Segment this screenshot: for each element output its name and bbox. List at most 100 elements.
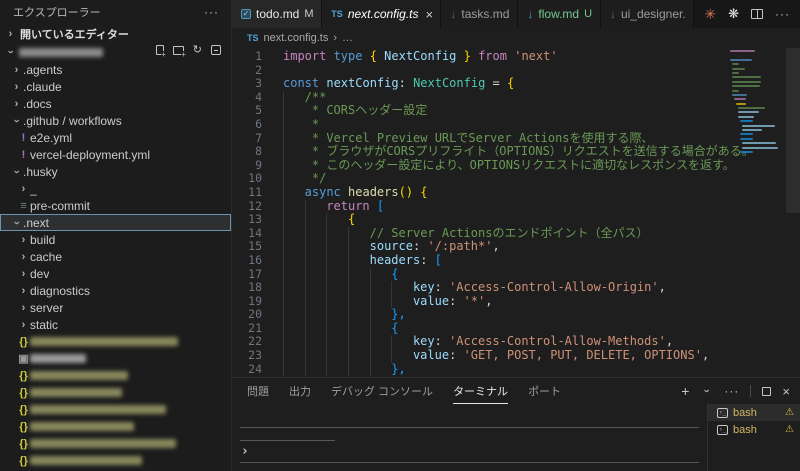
code-line-text: }, <box>283 307 406 322</box>
code-line-text: key: 'Access-Control-Allow-Origin', <box>283 280 666 295</box>
terminal-prompt[interactable]: › <box>241 444 249 459</box>
tree-item-husky[interactable]: › .husky <box>0 163 231 180</box>
tree-item-redacted-6[interactable]: {} <box>0 418 231 435</box>
tree-item-label: vercel-deployment.yml <box>30 147 151 162</box>
tree-item-redacted-5[interactable]: {} <box>0 401 231 418</box>
tree-item-static[interactable]: › static <box>0 316 231 333</box>
terminal-instance-2[interactable]: ›_ bash ⚠ <box>708 421 800 438</box>
terminal-instance-1[interactable]: ›_ bash ⚠ <box>708 404 800 421</box>
code-line-22[interactable]: 22 key: 'Access-Control-Allow-Methods', <box>232 335 730 350</box>
panel-tab-item[interactable]: 出力 <box>289 378 311 404</box>
redacted-file-name <box>30 405 166 414</box>
code-line-18[interactable]: 18 key: 'Access-Control-Allow-Origin', <box>232 280 730 295</box>
code-line-21[interactable]: 21 { <box>232 321 730 336</box>
tree-item-_[interactable]: › _ <box>0 180 231 197</box>
terminal-profile-dropdown-icon[interactable]: › <box>701 385 713 398</box>
code-line-14[interactable]: 14 // Server Actionsのエンドポイント（全パス） <box>232 226 730 241</box>
code-line-11[interactable]: 11 async headers() { <box>232 185 730 200</box>
panel-tab-item[interactable]: ターミナル <box>453 378 509 404</box>
refresh-explorer-icon[interactable]: ↻ <box>193 45 202 56</box>
tree-item-cache[interactable]: › cache <box>0 248 231 265</box>
maximize-panel-icon[interactable] <box>762 386 772 396</box>
code-line-20[interactable]: 20}, <box>232 307 730 322</box>
root-folder-row[interactable]: › ↻ <box>0 43 231 61</box>
line-number: 17 <box>248 266 262 281</box>
breadcrumb[interactable]: TS next.config.ts › … <box>232 28 800 48</box>
tree-item-redacted-2[interactable]: ▣ <box>0 350 231 367</box>
collapse-folders-icon[interactable] <box>211 45 221 55</box>
claude-extension-icon[interactable]: ✳ <box>704 6 716 23</box>
tree-item-label: static <box>30 317 59 332</box>
terminal-output[interactable]: › <box>232 404 707 471</box>
code-line-6[interactable]: 6 * <box>232 117 730 132</box>
tree-item-pre-commit[interactable]: ≡ pre-commit <box>0 197 231 214</box>
code-line-1[interactable]: 1 import type { NextConfig } from 'next' <box>232 49 730 64</box>
json-file-icon: {} <box>19 335 28 348</box>
new-folder-icon[interactable] <box>172 45 186 58</box>
tab-ui_designer[interactable]: ↓ ui_designer. <box>600 0 695 28</box>
tree-item-vercel-deployment-yml[interactable]: ! vercel-deployment.yml <box>0 146 231 163</box>
tab-todo-md[interactable]: ✓ todo.md M <box>232 0 323 28</box>
code-editor[interactable]: 1 import type { NextConfig } from 'next' 2… <box>232 48 800 377</box>
tab-label: ui_designer. <box>620 7 686 21</box>
open-editors-section-header[interactable]: › 開いているエディター <box>0 24 231 43</box>
split-editor-icon[interactable] <box>751 9 763 19</box>
code-line-19[interactable]: 19 value: '*', <box>232 293 730 309</box>
code-line-17[interactable]: 17 { <box>232 266 730 282</box>
tree-item-claude[interactable]: › .claude <box>0 78 231 95</box>
code-line-13[interactable]: 13 { <box>232 212 730 227</box>
markdown-file-icon: ↓ <box>609 7 616 21</box>
panel-tab-item[interactable]: 問題 <box>247 378 269 404</box>
tree-item-next[interactable]: › .next <box>0 214 231 231</box>
panel-tab-item[interactable]: ポート <box>528 378 561 404</box>
tab-tasks-md[interactable]: ↓ tasks.md <box>441 0 519 28</box>
tab-next-config-ts[interactable]: TS next.config.ts × <box>322 0 442 28</box>
code-line-23[interactable]: 23 value: 'GET, POST, PUT, DELETE, OPTION… <box>232 348 730 363</box>
tree-item-github-workflows[interactable]: › .github / workflows <box>0 112 231 129</box>
chevron-right-icon: › <box>21 318 26 331</box>
tree-item-server[interactable]: › server <box>0 299 231 316</box>
code-line-text: const nextConfig: NextConfig = { <box>283 76 515 91</box>
line-number: 19 <box>248 293 262 308</box>
breadcrumb-file[interactable]: next.config.ts <box>264 32 329 44</box>
tree-item-redacted-3[interactable]: {} <box>0 367 231 384</box>
tree-item-diagnostics[interactable]: › diagnostics <box>0 282 231 299</box>
new-file-icon[interactable] <box>155 45 166 58</box>
minimap[interactable] <box>730 50 786 155</box>
editor-scrollbar[interactable] <box>786 48 800 377</box>
panel-more-actions-icon[interactable]: ··· <box>724 384 739 398</box>
tree-item-docs[interactable]: › .docs <box>0 95 231 112</box>
close-panel-icon[interactable]: × <box>782 384 790 399</box>
editor-more-actions-icon[interactable]: ··· <box>775 7 790 21</box>
tree-item-agents[interactable]: › .agents <box>0 61 231 78</box>
explorer-more-icon[interactable]: ··· <box>204 5 219 19</box>
panel-tab-item[interactable]: デバッグ コンソール <box>331 378 433 404</box>
code-line-12[interactable]: 12 return [ <box>232 199 730 214</box>
root-folder-name-redacted <box>19 47 103 57</box>
code-line-24[interactable]: 24}, <box>232 362 730 377</box>
tab-flow-md[interactable]: ↓ flow.md U <box>518 0 601 28</box>
openai-extension-icon[interactable]: ❋ <box>728 6 739 22</box>
line-number: 3 <box>255 76 262 91</box>
tree-item-redacted-4[interactable]: {} <box>0 384 231 401</box>
close-tab-icon[interactable]: × <box>426 7 434 22</box>
json-file-icon: {} <box>19 369 28 382</box>
code-line-8[interactable]: 8 * ブラウザがCORSプリフライト（OPTIONS）リクエストを送信する場合… <box>232 144 754 159</box>
tree-item-redacted-8[interactable]: {} <box>0 452 231 469</box>
tree-item-redacted-7[interactable]: {} <box>0 435 231 452</box>
new-terminal-icon[interactable]: + <box>681 383 689 399</box>
code-line-5[interactable]: 5 * CORSヘッダー設定 <box>232 104 730 118</box>
editor-tab-bar: ✓ todo.md M TS next.config.ts × ↓ tasks.md ↓ flow… <box>232 0 800 28</box>
code-line-3[interactable]: 3 const nextConfig: NextConfig = { <box>232 76 730 91</box>
code-line-15[interactable]: 15 source: '/:path*', <box>232 240 730 254</box>
breadcrumb-more[interactable]: … <box>342 32 353 44</box>
scrollbar-thumb[interactable] <box>786 48 800 213</box>
tree-item-build[interactable]: › build <box>0 231 231 248</box>
code-line-9[interactable]: 9 * このヘッダー設定により、OPTIONSリクエストに適切なレスポンスを返す… <box>232 158 735 173</box>
code-line-2[interactable]: 2 <box>232 63 730 78</box>
tree-item-dev[interactable]: › dev <box>0 265 231 282</box>
code-line-16[interactable]: 16 headers: [ <box>232 253 730 268</box>
tree-item-redacted-1[interactable]: {} <box>0 333 231 350</box>
tree-item-e2e-yml[interactable]: ! e2e.yml <box>0 129 231 146</box>
code-line-10[interactable]: 10 */ <box>232 172 730 186</box>
